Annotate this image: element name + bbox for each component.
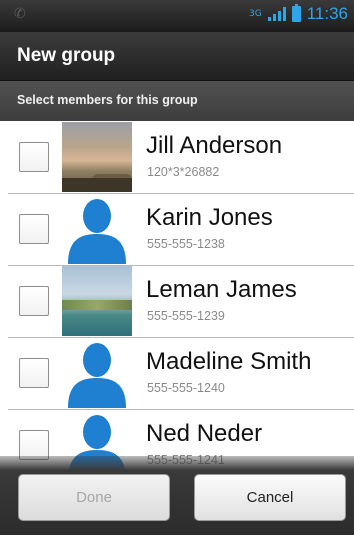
title-bar: New group bbox=[0, 32, 354, 81]
contact-name: Madeline Smith bbox=[146, 348, 312, 375]
contact-phone: 555-555-1238 bbox=[147, 237, 225, 251]
contact-name: Karin Jones bbox=[146, 204, 273, 231]
network-type: 3G bbox=[249, 8, 262, 19]
signal-icon bbox=[267, 7, 286, 21]
list-item[interactable]: Madeline Smith 555-555-1240 bbox=[8, 338, 354, 410]
button-bar: Done Cancel bbox=[0, 456, 354, 535]
notification-icon: ✆ bbox=[14, 6, 26, 22]
contact-phone: 120*3*26882 bbox=[147, 165, 220, 179]
list-item[interactable]: Karin Jones 555-555-1238 bbox=[8, 194, 354, 266]
cancel-button[interactable]: Cancel bbox=[194, 474, 346, 521]
contact-name: Leman James bbox=[146, 276, 297, 303]
section-label: Select members for this group bbox=[17, 93, 198, 107]
clock: 11:36 bbox=[306, 4, 348, 23]
status-bar: ✆ 3G 11:36 bbox=[0, 0, 354, 32]
contact-phone: 555-555-1239 bbox=[147, 309, 225, 323]
status-icons: 3G 11:36 bbox=[249, 4, 348, 24]
battery-icon bbox=[291, 4, 301, 22]
select-checkbox[interactable] bbox=[19, 142, 49, 172]
contact-name: Jill Anderson bbox=[146, 132, 283, 159]
person-silhouette-icon bbox=[62, 338, 132, 408]
select-checkbox[interactable] bbox=[19, 214, 49, 244]
page-title: New group bbox=[17, 45, 116, 66]
section-header: Select members for this group bbox=[0, 81, 354, 121]
done-button[interactable]: Done bbox=[18, 474, 170, 521]
select-checkbox[interactable] bbox=[19, 286, 49, 316]
contact-phone: 555-555-1240 bbox=[147, 381, 225, 395]
list-item[interactable]: Jill Anderson 120*3*26882 bbox=[8, 122, 354, 194]
list-item[interactable]: Leman James 555-555-1239 bbox=[8, 266, 354, 338]
contact-name: Ned Neder bbox=[146, 420, 263, 447]
contact-photo bbox=[62, 122, 132, 192]
contact-list[interactable]: Jill Anderson 120*3*26882 Karin Jones 55… bbox=[8, 122, 354, 482]
select-checkbox[interactable] bbox=[19, 358, 49, 388]
person-silhouette-icon bbox=[62, 194, 132, 264]
contact-photo bbox=[62, 266, 132, 336]
